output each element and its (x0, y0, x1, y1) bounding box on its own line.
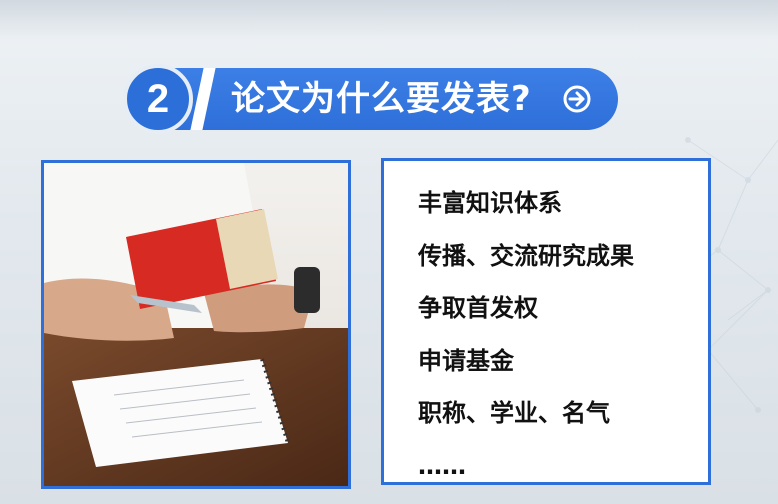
list-item: 丰富知识体系 (418, 189, 562, 217)
section-number-badge: 2 (123, 64, 193, 134)
list-item: …… (418, 451, 466, 480)
arrow-right-circle-icon (563, 85, 591, 113)
list-item: 职称、学业、名气 (418, 399, 610, 427)
reasons-list: 丰富知识体系 传播、交流研究成果 争取首发权 申请基金 职称、学业、名气 …… (384, 161, 708, 496)
heading-title: 论文为什么要发表? (231, 79, 532, 119)
reasons-panel: 丰富知识体系 传播、交流研究成果 争取首发权 申请基金 职称、学业、名气 …… (381, 158, 711, 485)
list-item: 申请基金 (418, 346, 514, 375)
list-item: 传播、交流研究成果 (418, 241, 634, 270)
photo-panel (41, 160, 351, 489)
section-heading: 2 论文为什么要发表? (123, 64, 618, 134)
list-item: 争取首发权 (418, 294, 538, 322)
notebook-photo-image (44, 163, 348, 486)
